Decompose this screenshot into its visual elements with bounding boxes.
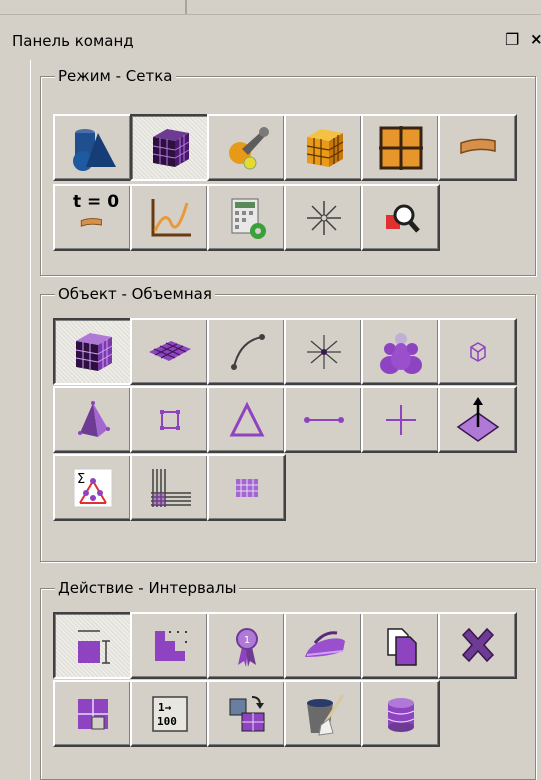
edge-object-button[interactable] [207, 318, 286, 385]
object-group-label: Объект - Объемная [55, 284, 215, 304]
surface-strip-icon [459, 138, 496, 154]
time-zero-label: t = 0 [73, 192, 120, 212]
solver-mode-button[interactable] [284, 114, 363, 181]
panel-title: Панель команд [12, 32, 134, 50]
split-grid-icon [77, 698, 108, 729]
triangle-face-button[interactable] [207, 386, 286, 453]
count-range-icon: 1→100 [151, 695, 188, 732]
top-toolbar-strip [0, 0, 541, 15]
purple-grid-icon [235, 478, 258, 497]
boundary-zones-button[interactable] [207, 114, 286, 181]
panel-left-edge [30, 60, 31, 780]
toolbar-separator [185, 0, 187, 14]
svg-text:1: 1 [243, 635, 249, 646]
count-bottom-label: 100 [157, 715, 177, 728]
cross-point-icon [385, 404, 416, 435]
boundary-layer-button[interactable] [130, 454, 209, 521]
node-object-button[interactable] [438, 318, 517, 385]
close-icon[interactable]: × [530, 30, 541, 48]
delete-button[interactable] [438, 612, 517, 679]
interval-size-button[interactable] [53, 612, 132, 679]
mesh-mode-button[interactable] [130, 114, 209, 181]
split-button[interactable] [53, 680, 132, 747]
step-blocks-icon [154, 630, 187, 661]
group-object-button[interactable] [361, 318, 440, 385]
copy-pages-icon [386, 627, 417, 666]
plot-button[interactable] [130, 184, 209, 251]
svg-text:Σ: Σ [77, 472, 85, 487]
database-button[interactable] [361, 680, 440, 747]
small-cube-icon [469, 341, 486, 362]
brush-bucket-icon [306, 693, 344, 736]
swap-button[interactable] [207, 680, 286, 747]
summation-button[interactable]: Σ [53, 454, 132, 521]
mesh-cube-icon [152, 128, 189, 167]
vertex-star-icon [306, 334, 341, 369]
line-element-button[interactable] [284, 386, 363, 453]
star-point-icon [306, 200, 341, 235]
grid-mode-button[interactable] [361, 114, 440, 181]
volume-object-button[interactable] [53, 318, 132, 385]
interval-steps-button[interactable] [130, 612, 209, 679]
geometry-mode-button[interactable] [53, 114, 132, 181]
normal-vector-button[interactable] [438, 386, 517, 453]
wrench-shapes-icon [228, 126, 269, 169]
purple-surface-icon [148, 340, 191, 361]
float-window-icon[interactable]: ❐ [505, 30, 519, 49]
inspect-button[interactable] [361, 184, 440, 251]
mode-group-label: Режим - Сетка [55, 66, 176, 86]
purple-cube-icon [75, 332, 112, 371]
sigma-network-icon: Σ [73, 468, 112, 507]
structured-grid-button[interactable] [207, 454, 286, 521]
normal-arrow-icon [456, 396, 499, 442]
point-button[interactable] [284, 184, 363, 251]
smooth-button[interactable] [284, 612, 363, 679]
time-zero-icon [80, 217, 102, 227]
line-segment-icon [303, 416, 344, 423]
time-zero-button[interactable]: t = 0 [53, 184, 132, 251]
point-element-button[interactable] [361, 386, 440, 453]
geometry-shapes-icon [72, 128, 116, 171]
count-top-label: 1→ [158, 701, 172, 714]
vertex-object-button[interactable] [284, 318, 363, 385]
people-group-icon [379, 332, 422, 374]
line-chart-icon [151, 198, 191, 236]
action-group-label: Действие - Интервалы [55, 578, 240, 598]
triangle-icon [229, 401, 264, 436]
swap-squares-icon [229, 695, 264, 731]
boundary-layers-icon [150, 468, 191, 507]
tetrahedron-icon [77, 400, 110, 437]
tetra-button[interactable] [53, 386, 132, 453]
curve-edge-icon [230, 333, 265, 370]
panel-title-bar: Панель команд ❐ × [0, 24, 541, 58]
quad-icon [159, 409, 180, 430]
surface-button[interactable] [438, 114, 517, 181]
priority-button[interactable]: 1 [207, 612, 286, 679]
interval-block-icon [77, 629, 110, 664]
clean-button[interactable] [284, 680, 363, 747]
magnifier-icon [385, 204, 420, 233]
calculator-button[interactable] [207, 184, 286, 251]
delete-x-icon [461, 627, 494, 662]
orange-cube-icon [306, 128, 343, 167]
face-object-button[interactable] [130, 318, 209, 385]
grid-window-icon [378, 125, 423, 170]
quad-face-button[interactable] [130, 386, 209, 453]
calculator-gear-icon [231, 198, 266, 239]
ribbon-badge-icon: 1 [235, 627, 258, 667]
iron-icon [304, 630, 345, 657]
interval-count-button[interactable]: 1→ 100 [130, 680, 209, 747]
database-icon [387, 697, 414, 732]
copy-button[interactable] [361, 612, 440, 679]
